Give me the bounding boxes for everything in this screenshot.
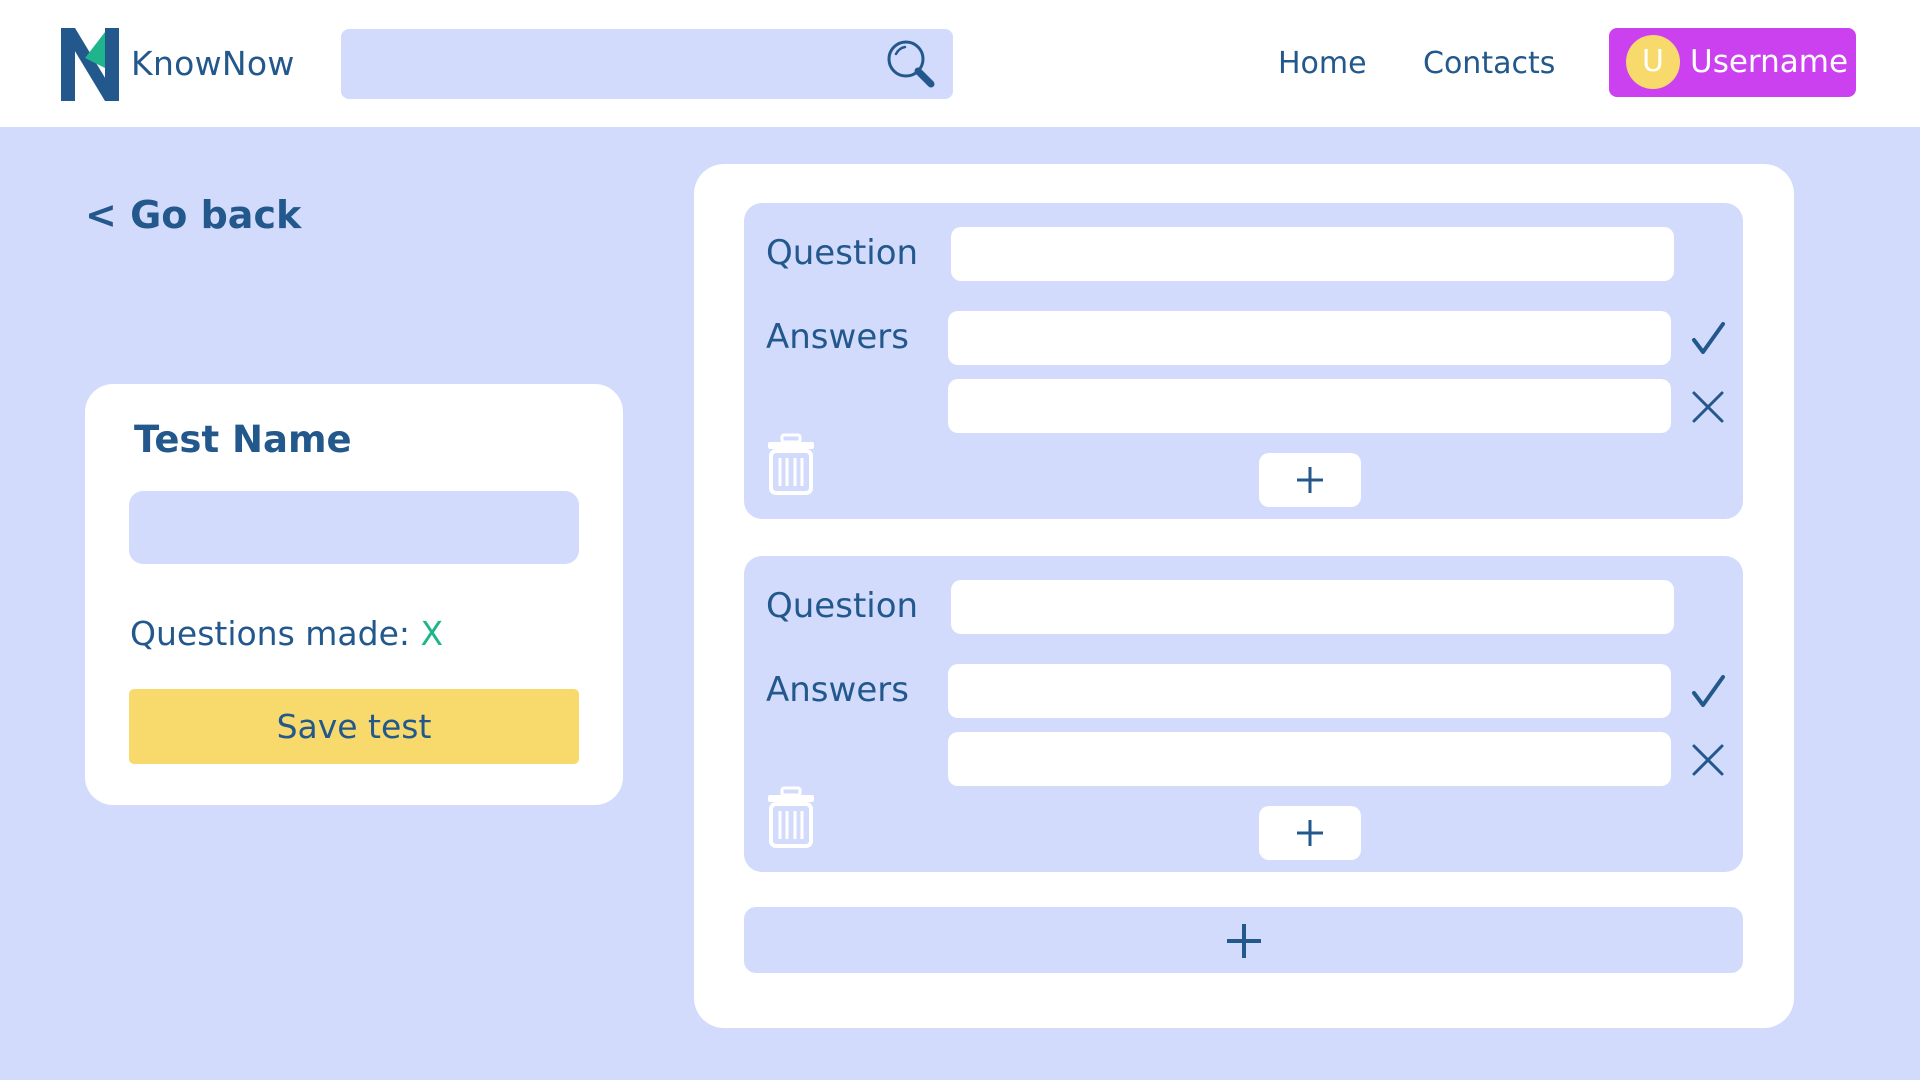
add-question-button[interactable] [744,907,1743,973]
question-card: Question Answers [744,556,1743,872]
plus-icon [1297,467,1323,493]
close-icon[interactable] [1688,740,1728,780]
test-details-card: Test Name Questions made: X Save test [85,384,623,805]
nav-home-link[interactable]: Home [1278,46,1367,81]
question-card: Question Answers [744,203,1743,519]
answer-input[interactable] [948,311,1671,365]
add-answer-button[interactable] [1259,806,1361,860]
answer-input[interactable] [948,732,1671,786]
questions-made-count: X [420,614,444,653]
answers-label: Answers [766,670,909,710]
plus-icon [1227,924,1261,958]
search-bar[interactable] [341,29,953,99]
question-label: Question [766,586,919,626]
answer-input[interactable] [948,379,1671,433]
test-name-input[interactable] [129,491,579,564]
answers-label: Answers [766,317,909,357]
check-icon[interactable] [1688,672,1728,712]
plus-icon [1297,820,1323,846]
go-back-link[interactable]: < Go back [85,193,301,237]
username-label: Username [1690,44,1849,80]
save-test-button[interactable]: Save test [129,689,579,764]
top-bar: KnowNow Home Contacts U Username [0,0,1920,127]
questions-made-label: Questions made: [130,614,421,653]
question-input[interactable] [951,227,1674,281]
answer-input[interactable] [948,664,1671,718]
questions-made-counter: Questions made: X [130,614,443,653]
question-label: Question [766,233,919,273]
search-icon[interactable] [885,38,937,90]
add-answer-button[interactable] [1259,453,1361,507]
brand-name: KnowNow [131,44,295,83]
search-input[interactable] [341,29,881,99]
trash-icon[interactable] [766,433,816,495]
check-icon[interactable] [1688,319,1728,359]
trash-icon[interactable] [766,786,816,848]
question-input[interactable] [951,580,1674,634]
knownow-logo[interactable] [61,28,119,101]
avatar: U [1626,35,1680,89]
test-name-heading: Test Name [134,418,352,461]
question-editor-panel: Question Answers Question Answers [694,164,1794,1028]
user-menu-button[interactable]: U Username [1609,28,1856,97]
nav-contacts-link[interactable]: Contacts [1423,46,1555,81]
close-icon[interactable] [1688,387,1728,427]
